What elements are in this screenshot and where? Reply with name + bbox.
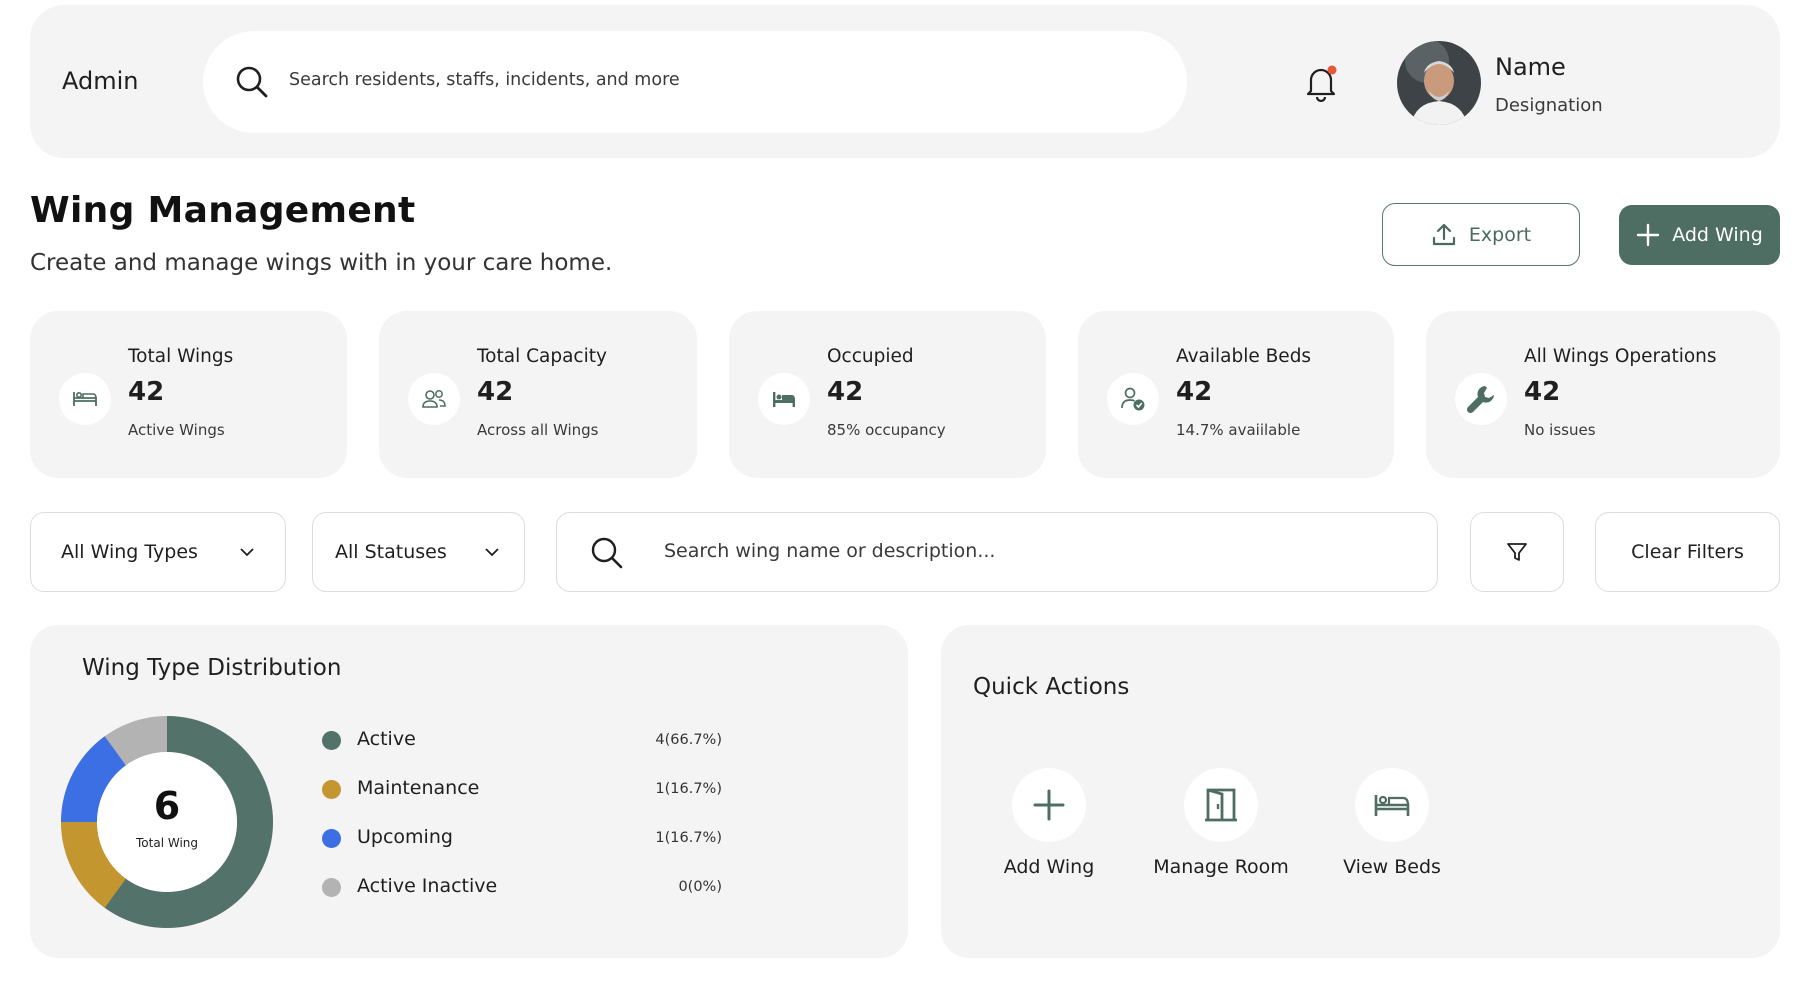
stat-subtext: 14.7% avaiilable [1176,421,1301,439]
stat-value: 42 [1176,377,1213,407]
chevron-down-icon [485,548,499,557]
global-search-placeholder: Search residents, staffs, incidents, and… [289,70,680,90]
legend-count: 0(0%) [678,879,722,895]
wing-search-input[interactable]: Search wing name or description... [556,512,1438,592]
legend-dot [322,829,341,848]
wing-type-distribution-panel: Wing Type Distribution 6 Total Wing Acti… [30,625,908,958]
quick-action-circle[interactable] [1355,768,1429,842]
avatar-image [1397,41,1481,125]
clear-filters-button[interactable]: Clear Filters [1595,512,1780,592]
bed-icon [1374,795,1410,816]
bed-outline-icon [73,391,97,406]
quick-action-circle[interactable] [1012,768,1086,842]
quick-action-label: Manage Room [1153,856,1289,878]
quick-action-label: View Beds [1343,856,1441,878]
stat-card-total-capacity: Total Capacity 42 Across all Wings [379,311,697,478]
stat-card-wing-operations: All Wings Operations 42 No issues [1426,311,1780,478]
quick-action-label: Add Wing [1003,856,1095,878]
global-search-input[interactable]: Search residents, staffs, incidents, and… [203,31,1187,133]
export-label: Export [1468,223,1532,246]
top-bar: Admin Search residents, staffs, incident… [30,5,1780,158]
distribution-title: Wing Type Distribution [82,655,342,681]
stat-subtext: 85% occupancy [827,421,946,439]
search-icon [591,537,623,569]
user-check-icon [1121,387,1145,411]
legend-item-maintenance: Maintenance 1(16.7%) [322,774,722,804]
stat-icon-circle [408,373,460,425]
stat-label: Total Wings [128,346,234,367]
stat-icon-circle [758,373,810,425]
legend-item-upcoming: Upcoming 1(16.7%) [322,823,722,853]
export-button[interactable]: Export [1382,203,1580,266]
bell-icon[interactable] [1303,63,1339,103]
role-label: Admin [62,67,139,95]
plus-icon [1637,223,1660,247]
users-icon [422,390,446,408]
user-designation: Designation [1495,95,1603,116]
add-wing-button[interactable]: Add Wing [1619,205,1780,265]
legend-dot [322,780,341,799]
quick-action-view-beds[interactable]: View Beds [1301,768,1481,888]
legend-dot [322,731,341,750]
status-selected: All Statuses [335,541,447,563]
notification-dot [1327,65,1337,75]
donut-total: 6 [153,784,181,828]
page-title: Wing Management [30,190,416,231]
stat-icon-circle [59,373,111,425]
quick-actions-panel: Quick Actions Add Wing Manage Room View … [941,625,1780,958]
avatar[interactable] [1397,41,1481,125]
stat-icon-circle [1107,373,1159,425]
stat-subtext: Across all Wings [477,421,599,439]
legend-name: Active [357,728,416,750]
search-icon [236,66,268,98]
wing-type-dropdown[interactable]: All Wing Types [30,512,286,592]
legend-name: Active Inactive [357,875,498,897]
stat-label: All Wings Operations [1524,346,1717,367]
wing-search-placeholder: Search wing name or description... [664,540,996,562]
stat-card-occupied: Occupied 42 85% occupancy [729,311,1046,478]
status-dropdown[interactable]: All Statuses [312,512,525,592]
funnel-icon [1507,543,1527,561]
stat-subtext: Active Wings [128,421,225,439]
stat-value: 42 [477,377,514,407]
stat-icon-circle [1455,373,1507,425]
user-name: Name [1495,53,1566,81]
legend-count: 4(66.7%) [655,732,722,748]
stat-value: 42 [827,377,864,407]
legend-item-active-inactive: Active Inactive 0(0%) [322,872,722,902]
door-icon [1205,788,1237,822]
wrench-icon [1466,386,1494,414]
filter-button[interactable] [1470,512,1564,592]
legend-name: Maintenance [357,777,480,799]
quick-action-add-wing[interactable]: Add Wing [958,768,1138,888]
wing-type-selected: All Wing Types [61,541,198,563]
quick-action-circle[interactable] [1184,768,1258,842]
legend-dot [322,878,341,897]
clear-filters-label: Clear Filters [1631,541,1744,563]
page-subtitle: Create and manage wings with in your car… [30,250,613,276]
legend-count: 1(16.7%) [655,781,722,797]
stat-label: Available Beds [1176,346,1312,367]
quick-actions-title: Quick Actions [973,674,1130,700]
stat-label: Total Capacity [477,346,607,367]
stat-card-available-beds: Available Beds 42 14.7% avaiilable [1078,311,1394,478]
upload-icon [1432,223,1455,245]
donut-chart: 6 Total Wing [60,715,274,929]
add-wing-label: Add Wing [1672,224,1763,246]
stat-subtext: No issues [1524,421,1596,439]
legend-name: Upcoming [357,826,453,848]
stat-card-total-wings: Total Wings 42 Active Wings [30,311,347,478]
stat-value: 42 [1524,377,1561,407]
legend-count: 1(16.7%) [655,830,722,846]
donut-caption: Total Wing [136,836,198,850]
plus-icon [1033,789,1065,821]
quick-action-manage-room[interactable]: Manage Room [1130,768,1310,888]
stat-value: 42 [128,377,165,407]
stat-label: Occupied [827,346,914,367]
chevron-down-icon [240,548,254,557]
bed-filled-icon [773,392,795,407]
legend-item-active: Active 4(66.7%) [322,725,722,755]
